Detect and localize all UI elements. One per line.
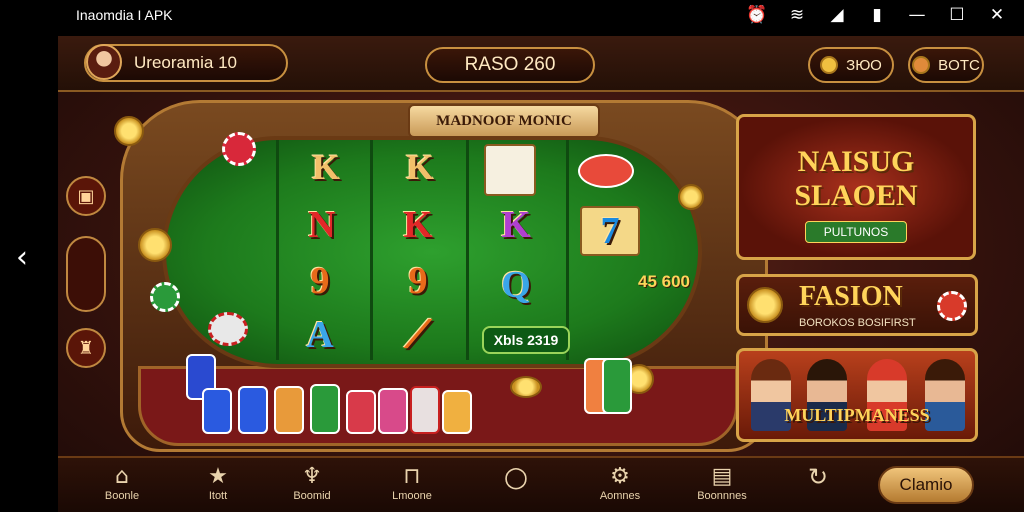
promo-banner-naisug[interactable]: NAISUG SLAOEN PULTUNOS [736, 114, 976, 260]
chip-stack-icon [274, 386, 304, 434]
reel-symbol: 9 [408, 260, 428, 302]
casino-chip-icon [150, 282, 180, 312]
reel-symbol: K [405, 147, 434, 187]
chip-stack-icon [442, 390, 472, 434]
side-toggle-panel[interactable] [66, 236, 106, 312]
bet-display: Xbls 2319 [482, 326, 570, 354]
nav-label: Boonle [104, 490, 140, 502]
signal-icon: ◢ [830, 5, 844, 25]
coin-icon [820, 56, 839, 74]
casino-chip-icon [222, 132, 256, 166]
chat-icon: ▣ [77, 185, 95, 207]
fashion-title: FASION [799, 281, 903, 312]
reel-divider [370, 140, 373, 360]
box-icon: ▤ [711, 464, 733, 489]
bonus-button-label: BOTC [938, 56, 980, 74]
reel-symbol: N [308, 204, 336, 246]
home-icon: ⌂ [115, 464, 129, 489]
chip-stack-icon [202, 388, 232, 434]
reel-symbol: 9 [310, 260, 330, 302]
player-name: Ureoramia 10 [134, 53, 237, 72]
rewards-side-button[interactable]: ♜ [66, 328, 106, 368]
coin-button[interactable]: ЗЮО [808, 47, 894, 83]
nav-item-favorites[interactable]: ★ Itott [180, 464, 256, 502]
top-bar: Ureoramia 10 RASO 260 ЗЮО BOTC [58, 36, 1024, 92]
multiplayer-title: MULTIPMANESS [784, 405, 930, 425]
gear-icon: ⚙ [610, 464, 630, 489]
trophy-icon: ♜ [77, 337, 95, 359]
promo-subtitle: PULTUNOS [805, 221, 907, 243]
chip-stack-icon [410, 386, 440, 434]
reel-symbol: K [501, 204, 531, 246]
menu-side-button[interactable]: ▣ [66, 176, 106, 216]
fashion-banner[interactable]: FASION BOROKOS BOSIFIRST [736, 274, 978, 336]
nav-item-vault[interactable]: ⊓ Lmoone [374, 464, 450, 502]
reel-symbol: A [306, 314, 334, 356]
promo-title: NAISUG SLAOEN [739, 145, 973, 213]
chip-stack-icon [238, 386, 268, 434]
nav-item-settings[interactable]: ⚙ Aomnes [582, 464, 658, 502]
battery-icon: ▮ [872, 5, 882, 25]
gold-coin-icon [678, 184, 704, 210]
alarm-icon: ⏰ [746, 5, 768, 25]
chip-stack-icon [310, 384, 340, 434]
nav-label: Aomnes [599, 490, 641, 502]
system-icons: ⏰ ≋ ◢ ▮ — ☐ ✕ [744, 5, 1010, 25]
lock-icon: ⊓ [403, 464, 421, 489]
balance-value: RASO 260 [464, 54, 556, 75]
win-amount: 45 600 [638, 272, 690, 291]
casino-chip-icon [208, 312, 248, 346]
app-title: Inaomdia I APK [76, 7, 173, 23]
nav-label: Lmoone [392, 490, 432, 502]
coin-button-label: ЗЮО [846, 56, 882, 74]
game-screen: Ureoramia 10 RASO 260 ЗЮО BOTC ▣ ♜ MADNO… [58, 36, 1024, 512]
chip-stack-icon [602, 358, 632, 414]
wifi-icon: ≋ [789, 5, 805, 25]
multiplayer-banner[interactable]: MULTIPMANESS [736, 348, 978, 442]
balance-display: RASO 260 [425, 47, 595, 83]
bonus-symbol-icon [484, 144, 536, 196]
table-title: MADNOOF MONIC [408, 104, 600, 138]
chip-symbol-icon [578, 154, 634, 188]
gold-coin-icon [510, 376, 542, 398]
chip-stack-icon [346, 390, 376, 434]
nav-label: Itott [208, 490, 228, 502]
nav-item-center[interactable]: ○ [478, 460, 554, 493]
nav-label: Boonnnes [697, 490, 747, 502]
reel-symbol: K [311, 147, 340, 187]
reel-divider [276, 140, 279, 360]
chip-icon [937, 291, 967, 321]
reel-symbol: K [403, 204, 433, 246]
chip-stack-icon [378, 388, 408, 434]
bottom-nav: ⌂ Boonle ★ Itott ♆ Boomid ⊓ Lmoone ○ ⚙ A… [58, 456, 1024, 512]
reel-symbol: Q [501, 264, 531, 306]
reel-symbol: 7 [580, 206, 640, 256]
fashion-subtitle: BOROKOS BOSIFIRST [799, 317, 916, 329]
gold-coin-icon [114, 116, 144, 146]
gold-coin-icon [138, 228, 172, 262]
nav-label: Boomid [293, 490, 331, 502]
close-icon[interactable]: ✕ [984, 5, 1010, 25]
nav-item-social[interactable]: ♆ Boomid [274, 464, 350, 502]
badge-icon [747, 287, 783, 323]
maximize-icon[interactable]: ☐ [944, 5, 970, 25]
circle-icon: ○ [503, 460, 529, 493]
star-icon: ★ [208, 464, 228, 489]
avatar[interactable] [86, 44, 122, 80]
claim-button[interactable]: Clamio [878, 466, 974, 504]
refresh-icon: ↻ [807, 463, 829, 491]
reel-divider [466, 140, 469, 360]
bird-icon: ♆ [302, 464, 322, 489]
promo-title-line-1: NAISUG [797, 145, 915, 178]
bonus-button[interactable]: BOTC [908, 47, 984, 83]
nav-item-refresh[interactable]: ↻ [780, 464, 856, 490]
reel-symbol: ⟋ [404, 314, 432, 356]
gift-icon [912, 56, 931, 74]
minimize-icon[interactable]: — [904, 5, 930, 25]
nav-item-inventory[interactable]: ▤ Boonnnes [684, 464, 760, 502]
status-bar: Inaomdia I APK ⏰ ≋ ◢ ▮ — ☐ ✕ [0, 0, 1024, 34]
nav-item-home[interactable]: ⌂ Boonle [84, 464, 160, 502]
back-arrow-icon[interactable]: ‹ [16, 238, 28, 278]
promo-title-line-2: SLAOEN [794, 179, 918, 212]
